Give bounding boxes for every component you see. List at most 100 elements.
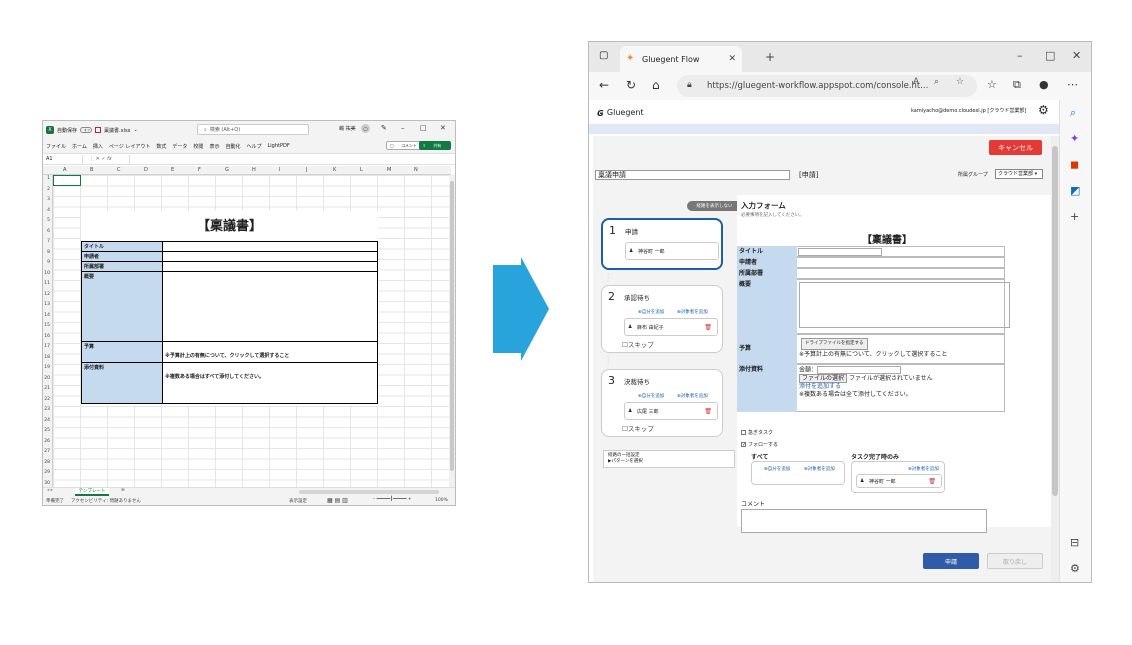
minimize-icon[interactable]: – xyxy=(1017,49,1023,62)
row-header[interactable]: 8 xyxy=(47,250,50,255)
menu-insert[interactable]: 挿入 xyxy=(93,143,103,150)
row-header[interactable]: 28 xyxy=(44,460,50,465)
file-name[interactable]: 稟議書.xlsx xyxy=(104,127,131,134)
add-target-link[interactable]: ⊕対象者を追加 xyxy=(804,466,835,472)
add-attachment-link[interactable]: 添付を追加する xyxy=(799,383,1002,391)
menu-view[interactable]: 表示 xyxy=(209,143,219,150)
add-sheet-icon[interactable]: ⊕ xyxy=(121,488,125,493)
collections-icon[interactable]: ⧉ xyxy=(1013,78,1021,92)
vertical-scrollbar[interactable] xyxy=(449,175,455,489)
menu-formulas[interactable]: 数式 xyxy=(156,143,166,150)
value-summary[interactable] xyxy=(163,272,377,341)
row-header[interactable]: 18 xyxy=(44,355,50,360)
row-header[interactable]: 21 xyxy=(44,386,50,391)
tab-gluegent[interactable]: ✦ Gluegent Flow ✕ xyxy=(620,46,742,72)
add-self-link[interactable]: ⊕自分を追加 xyxy=(764,466,790,472)
column-header[interactable]: H xyxy=(252,167,256,173)
sheet-nav-icon[interactable]: ◂ ▸ xyxy=(47,488,53,493)
row-header[interactable]: 23 xyxy=(44,407,50,412)
step-card-2[interactable]: 2 承認待ち ⊕自分を追加 ⊕対象者を追加 ♟ 麻布 由紀子 🗑︎ ☐スキップ xyxy=(601,285,723,353)
menu-page-layout[interactable]: ページ レイアウト xyxy=(109,143,151,150)
home-icon[interactable]: ⌂ xyxy=(652,78,660,92)
row-header[interactable]: 10 xyxy=(44,271,50,276)
column-header[interactable]: D xyxy=(144,167,148,173)
budget-note[interactable]: ※予算計上の有無について、クリックして選択すること xyxy=(163,342,377,362)
column-header[interactable]: N xyxy=(414,167,418,173)
drive-file-button[interactable]: ドライブファイルを指定する xyxy=(801,338,868,350)
row-header[interactable]: 12 xyxy=(44,292,50,297)
pen-icon[interactable]: ✎ xyxy=(381,124,387,132)
add-self-link[interactable]: ⊕自分を追加 xyxy=(638,393,664,399)
tab-close-icon[interactable]: ✕ xyxy=(728,54,736,64)
add-self-link[interactable]: ⊕自分を追加 xyxy=(638,309,664,315)
value-title[interactable] xyxy=(163,242,377,251)
title-input[interactable] xyxy=(798,248,882,256)
step-card-1[interactable]: 1 申請 ♟ 神谷町 一郎 xyxy=(601,218,723,270)
page-scroll-thumb[interactable] xyxy=(1052,146,1058,496)
route-toggle-button[interactable]: 経路を表示しない xyxy=(687,201,742,211)
refresh-icon[interactable]: ↻ xyxy=(626,78,636,92)
row-header[interactable]: 26 xyxy=(44,439,50,444)
row-header[interactable]: 29 xyxy=(44,470,50,475)
address-bar[interactable]: 🔒︎ https://gluegent-workflow.appspot.com… xyxy=(677,75,977,97)
row-header[interactable]: 30 xyxy=(44,481,50,486)
trash-icon[interactable]: 🗑︎ xyxy=(704,408,712,415)
column-header[interactable]: B xyxy=(90,167,93,173)
more-icon[interactable]: ⋯ xyxy=(1067,78,1078,91)
scroll-thumb[interactable] xyxy=(450,181,454,471)
search-box[interactable]: ⌕ 検索 (Alt+Q) xyxy=(197,124,309,135)
column-header[interactable]: I xyxy=(279,167,280,173)
selected-cell[interactable] xyxy=(53,175,81,186)
lock-icon[interactable]: 🔒︎ xyxy=(687,80,692,90)
row-header[interactable]: 24 xyxy=(44,418,50,423)
row-header[interactable]: 11 xyxy=(44,281,50,286)
column-header[interactable]: G xyxy=(225,167,229,173)
add-target-link[interactable]: ⊕対象者を追加 xyxy=(677,309,708,315)
row-header[interactable]: 1 xyxy=(47,176,50,181)
profile-icon[interactable]: ● xyxy=(1039,78,1049,91)
maximize-icon[interactable]: □ xyxy=(420,124,427,132)
column-header[interactable]: F xyxy=(198,167,201,173)
menu-review[interactable]: 校閲 xyxy=(193,143,203,150)
trash-icon[interactable]: 🗑︎ xyxy=(704,324,712,331)
request-name-input[interactable]: 稟議申請 xyxy=(595,170,790,180)
copilot-icon[interactable]: ✦ xyxy=(1070,132,1079,145)
step-card-3[interactable]: 3 決裁待ち ⊕自分を追加 ⊕対象者を追加 ♟ 広尾 三郎 🗑︎ ☐スキップ xyxy=(601,369,723,437)
add-icon[interactable]: + xyxy=(1070,210,1079,223)
favorite-add-icon[interactable]: ☆ xyxy=(956,77,964,87)
pattern-select-link[interactable]: ▶パターンを選択 xyxy=(608,459,730,465)
back-icon[interactable]: ← xyxy=(599,78,609,92)
row-header[interactable]: 4 xyxy=(47,208,50,213)
column-header[interactable]: A xyxy=(63,167,66,173)
skip-checkbox[interactable]: ☐スキップ xyxy=(622,339,654,349)
row-header[interactable]: 6 xyxy=(47,229,50,234)
gluegent-logo[interactable]: ɢ Gluegent xyxy=(597,106,644,119)
attachment-note[interactable]: ※複数ある場合はすべて添付してください。 xyxy=(163,363,377,403)
add-target-link[interactable]: ⊕対象者を追加 xyxy=(908,466,939,472)
row-header[interactable]: 15 xyxy=(44,323,50,328)
file-select-button[interactable]: ファイルの選択 xyxy=(799,373,848,383)
close-icon[interactable]: ✕ xyxy=(1072,49,1081,62)
column-header[interactable]: L xyxy=(360,167,363,173)
menu-help[interactable]: ヘルプ xyxy=(246,143,261,150)
new-tab-icon[interactable]: + xyxy=(765,50,775,64)
page-scrollbar[interactable] xyxy=(1051,136,1059,582)
column-header[interactable]: K xyxy=(333,167,336,173)
menu-lightpdf[interactable]: LightPDF xyxy=(267,143,289,149)
sidebar-toggle-icon[interactable]: ⊟ xyxy=(1070,536,1079,549)
column-header[interactable]: E xyxy=(171,167,174,173)
avatar[interactable]: ◯ xyxy=(361,124,370,133)
formula-input[interactable] xyxy=(129,155,453,164)
menu-home[interactable]: ホーム xyxy=(72,143,87,150)
add-target-link[interactable]: ⊕対象者を追加 xyxy=(677,393,708,399)
row-header[interactable]: 3 xyxy=(47,197,50,202)
save-icon[interactable] xyxy=(95,127,102,133)
autosave-toggle[interactable]: オフ xyxy=(80,127,93,133)
favorites-icon[interactable]: ☆ xyxy=(987,78,997,91)
status-accessibility[interactable]: アクセシビリティ: 問題ありません xyxy=(71,498,141,504)
cancel-button[interactable]: キャンセル xyxy=(989,140,1042,155)
zoom-slider[interactable]: – ━━━━━┃━━━━━ + xyxy=(373,497,412,502)
value-applicant[interactable] xyxy=(163,252,377,261)
column-header[interactable]: J xyxy=(306,167,307,173)
sheet-tab[interactable]: テンプレート xyxy=(75,488,109,496)
